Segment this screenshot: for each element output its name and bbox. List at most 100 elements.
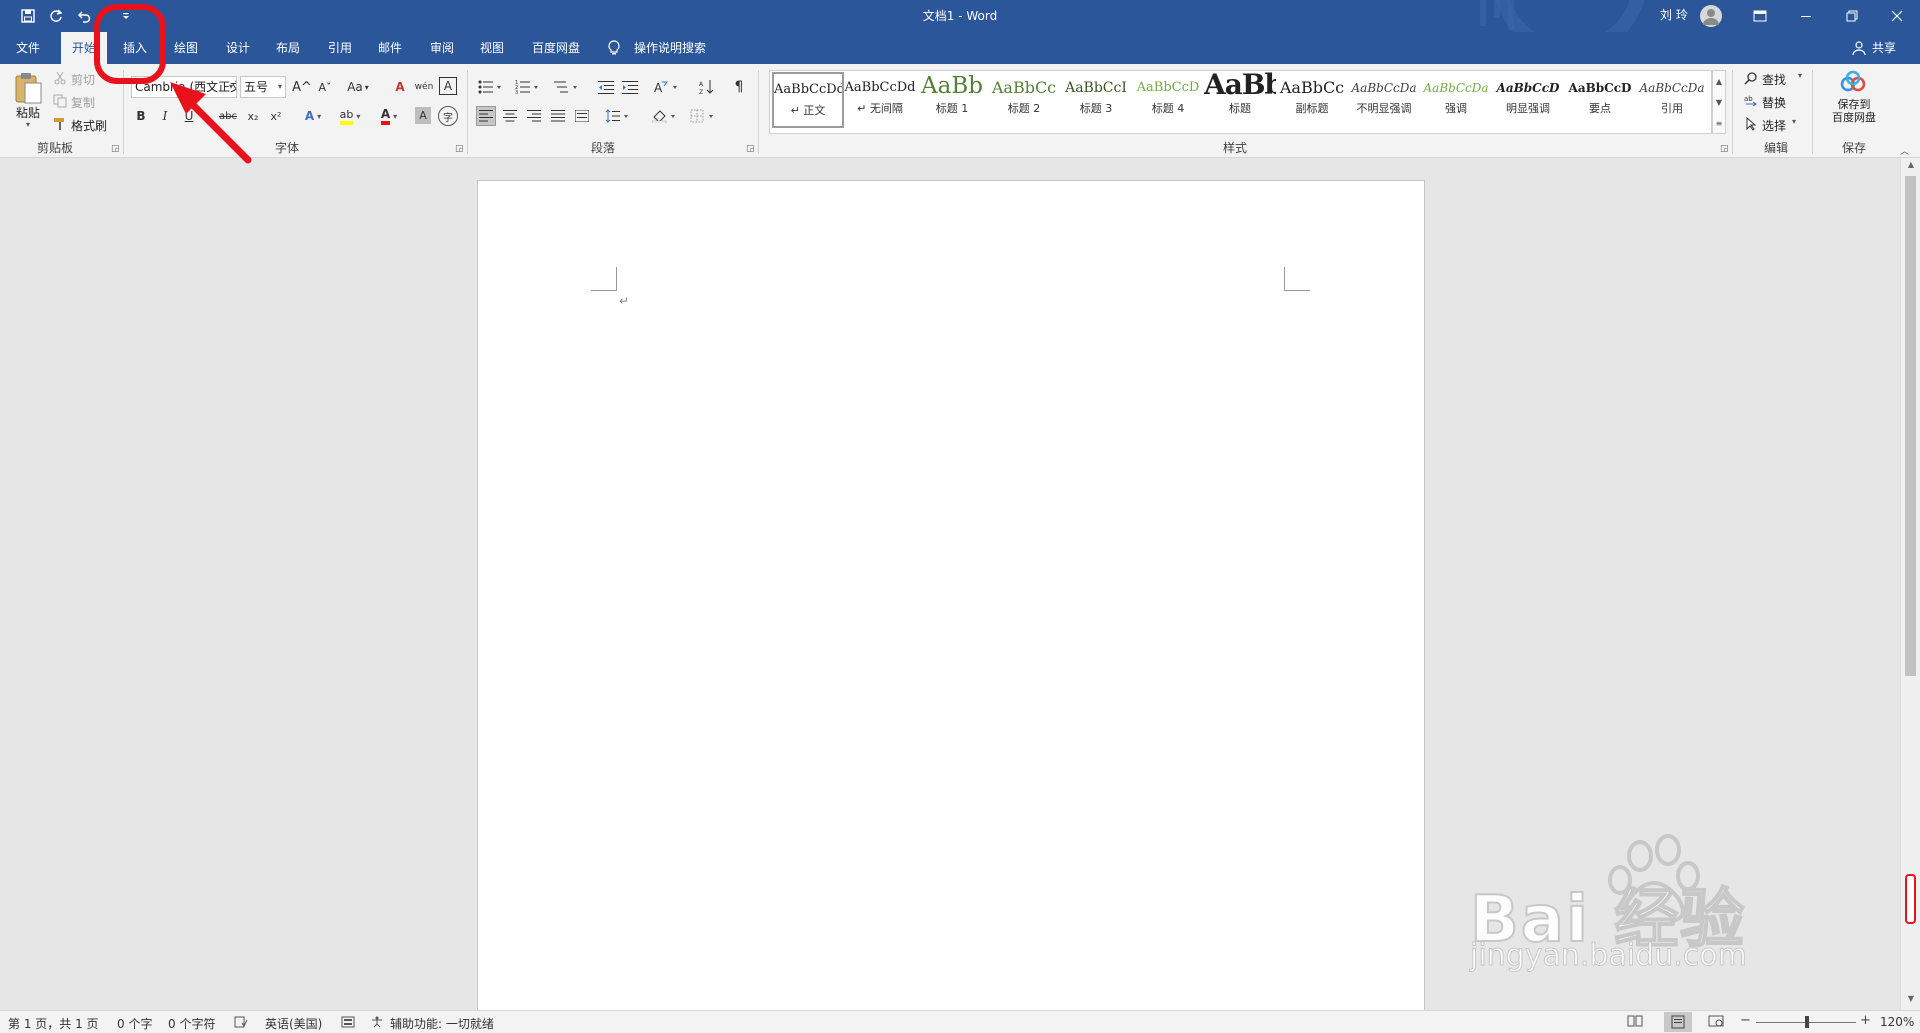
user-name[interactable]: 刘 玲 [1660,0,1688,32]
tab-mailings[interactable]: 邮件 [370,32,410,64]
underline-button[interactable]: U [179,106,199,126]
paste-icon[interactable] [12,70,44,106]
multilevel-list-icon[interactable] [552,77,582,97]
customize-quick-access-icon[interactable] [114,5,138,27]
style-strong[interactable]: AaBbCcD 要点 [1564,72,1636,124]
style-quote[interactable]: AaBbCcDa 引用 [1636,72,1708,124]
replace-button[interactable]: 替换 [1762,94,1786,111]
align-right-icon[interactable] [524,106,544,126]
sort-icon[interactable]: AZ [697,77,717,97]
copy-button[interactable]: 复制 [71,94,95,111]
style-intense-emphasis[interactable]: AaBbCcD 明显强调 [1492,72,1564,124]
baidu-netdisk-icon[interactable] [1838,70,1868,96]
shading-icon[interactable] [650,106,680,126]
paragraph-launcher-icon[interactable]: ◲ [746,144,755,154]
tab-review[interactable]: 审阅 [422,32,462,64]
line-spacing-icon[interactable] [603,106,633,126]
web-layout-icon[interactable] [1708,1014,1724,1030]
restore-icon[interactable] [1829,0,1875,32]
style-subtle-emphasis[interactable]: AaBbCcDa 不明显强调 [1348,72,1420,124]
zoom-out-icon[interactable]: − [1740,1013,1751,1028]
style-normal[interactable]: AaBbCcDd ↵ 正文 [772,72,844,128]
tab-view[interactable]: 视图 [472,32,512,64]
accessibility-status[interactable]: 辅助功能: 一切就绪 [390,1015,494,1032]
char-count[interactable]: 0 个字符 [168,1015,215,1032]
find-button[interactable]: 查找 [1762,71,1786,88]
show-formatting-marks-icon[interactable]: ¶ [729,77,749,97]
bold-button[interactable]: B [131,106,151,126]
decrease-indent-icon[interactable] [596,77,616,97]
zoom-level[interactable]: 120% [1880,1015,1914,1029]
cut-button[interactable]: 剪切 [71,71,95,88]
tab-home[interactable]: 开始 [61,32,107,64]
style-title[interactable]: AaBbC 标题 [1204,72,1276,124]
align-center-icon[interactable] [500,106,520,126]
select-button[interactable]: 选择 [1762,117,1786,134]
redo-icon[interactable] [44,5,68,27]
word-count[interactable]: 0 个字 [117,1015,152,1032]
save-icon[interactable] [16,5,40,27]
undo-icon[interactable] [72,5,96,27]
phonetic-guide-icon[interactable]: wén [414,77,434,97]
share-person-icon[interactable] [1852,40,1868,56]
superscript-button[interactable]: x² [266,106,286,126]
style-no-spacing[interactable]: AaBbCcDd ↵ 无间隔 [844,72,916,124]
select-dropdown-icon[interactable]: ▾ [1792,117,1796,126]
style-heading-1[interactable]: AaBb 标题 1 [916,72,988,124]
find-dropdown-icon[interactable]: ▾ [1798,71,1802,80]
page-count[interactable]: 第 1 页，共 1 页 [8,1015,99,1032]
italic-button[interactable]: I [155,106,175,126]
tell-me-search[interactable]: 操作说明搜索 [634,32,706,64]
style-emphasis[interactable]: AaBbCcDa 强调 [1420,72,1492,124]
clipboard-launcher-icon[interactable]: ◲ [111,144,120,154]
clear-formatting-icon[interactable]: A [390,77,410,97]
change-case-icon[interactable]: Aa ▾ [343,77,373,97]
ribbon-display-options-icon[interactable] [1737,0,1783,32]
font-color-button[interactable]: A ▾ [374,106,404,126]
strikethrough-button[interactable]: abc [215,106,241,126]
styles-scroll-icon[interactable]: ▲ ▼ ≡ [1712,70,1726,134]
increase-indent-icon[interactable] [620,77,640,97]
document-page[interactable]: ↵ [477,180,1425,1010]
proofing-icon[interactable] [234,1016,248,1028]
vertical-scrollbar[interactable]: ▲ ▼ [1900,158,1920,1010]
styles-launcher-icon[interactable]: ◲ [1720,144,1729,154]
highlight-button[interactable]: ab ▾ [335,106,365,126]
character-shading-button[interactable]: A [415,107,431,124]
subscript-button[interactable]: x₂ [243,106,263,126]
zoom-slider-thumb[interactable] [1805,1016,1809,1028]
font-size-select[interactable]: 五号 ▾ [240,76,286,98]
font-launcher-icon[interactable]: ◲ [455,144,464,154]
character-border-icon[interactable]: A [439,77,457,95]
paste-label[interactable]: 粘贴 [16,104,40,121]
minimize-icon[interactable] [1783,0,1829,32]
format-painter-button[interactable]: 格式刷 [71,117,107,134]
read-mode-icon[interactable] [1627,1014,1643,1030]
avatar[interactable] [1700,5,1722,27]
scroll-up-icon[interactable]: ▲ [1903,160,1919,174]
chinese-layout-icon[interactable]: A [652,77,682,97]
style-subtitle[interactable]: AaBbCc 副标题 [1276,72,1348,124]
scroll-down-icon[interactable]: ▼ [1903,994,1919,1008]
collapse-ribbon-icon[interactable]: ︿ [1900,144,1909,157]
bullets-icon[interactable] [476,77,506,97]
zoom-in-icon[interactable]: + [1860,1013,1871,1028]
align-left-icon[interactable] [476,106,496,126]
grow-font-icon[interactable]: A^ [292,77,312,97]
font-name-select[interactable]: Cambria (西文正文) ▾ [131,76,237,98]
tab-references[interactable]: 引用 [320,32,360,64]
print-layout-icon[interactable] [1664,1012,1692,1032]
language-status[interactable]: 英语(美国) [265,1015,322,1032]
tab-baidu-netdisk[interactable]: 百度网盘 [526,32,586,64]
style-heading-2[interactable]: AaBbCc 标题 2 [988,72,1060,124]
tab-file[interactable]: 文件 [8,32,48,64]
tab-design[interactable]: 设计 [218,32,258,64]
style-heading-3[interactable]: AaBbCcI 标题 3 [1060,72,1132,124]
scroll-thumb[interactable] [1905,176,1916,676]
distributed-icon[interactable] [572,106,592,126]
justify-icon[interactable] [548,106,568,126]
numbering-icon[interactable]: 123 [513,77,543,97]
tab-layout[interactable]: 布局 [268,32,308,64]
shrink-font-icon[interactable]: Aˇ [316,77,334,97]
text-effects-button[interactable]: A ▾ [298,106,328,126]
